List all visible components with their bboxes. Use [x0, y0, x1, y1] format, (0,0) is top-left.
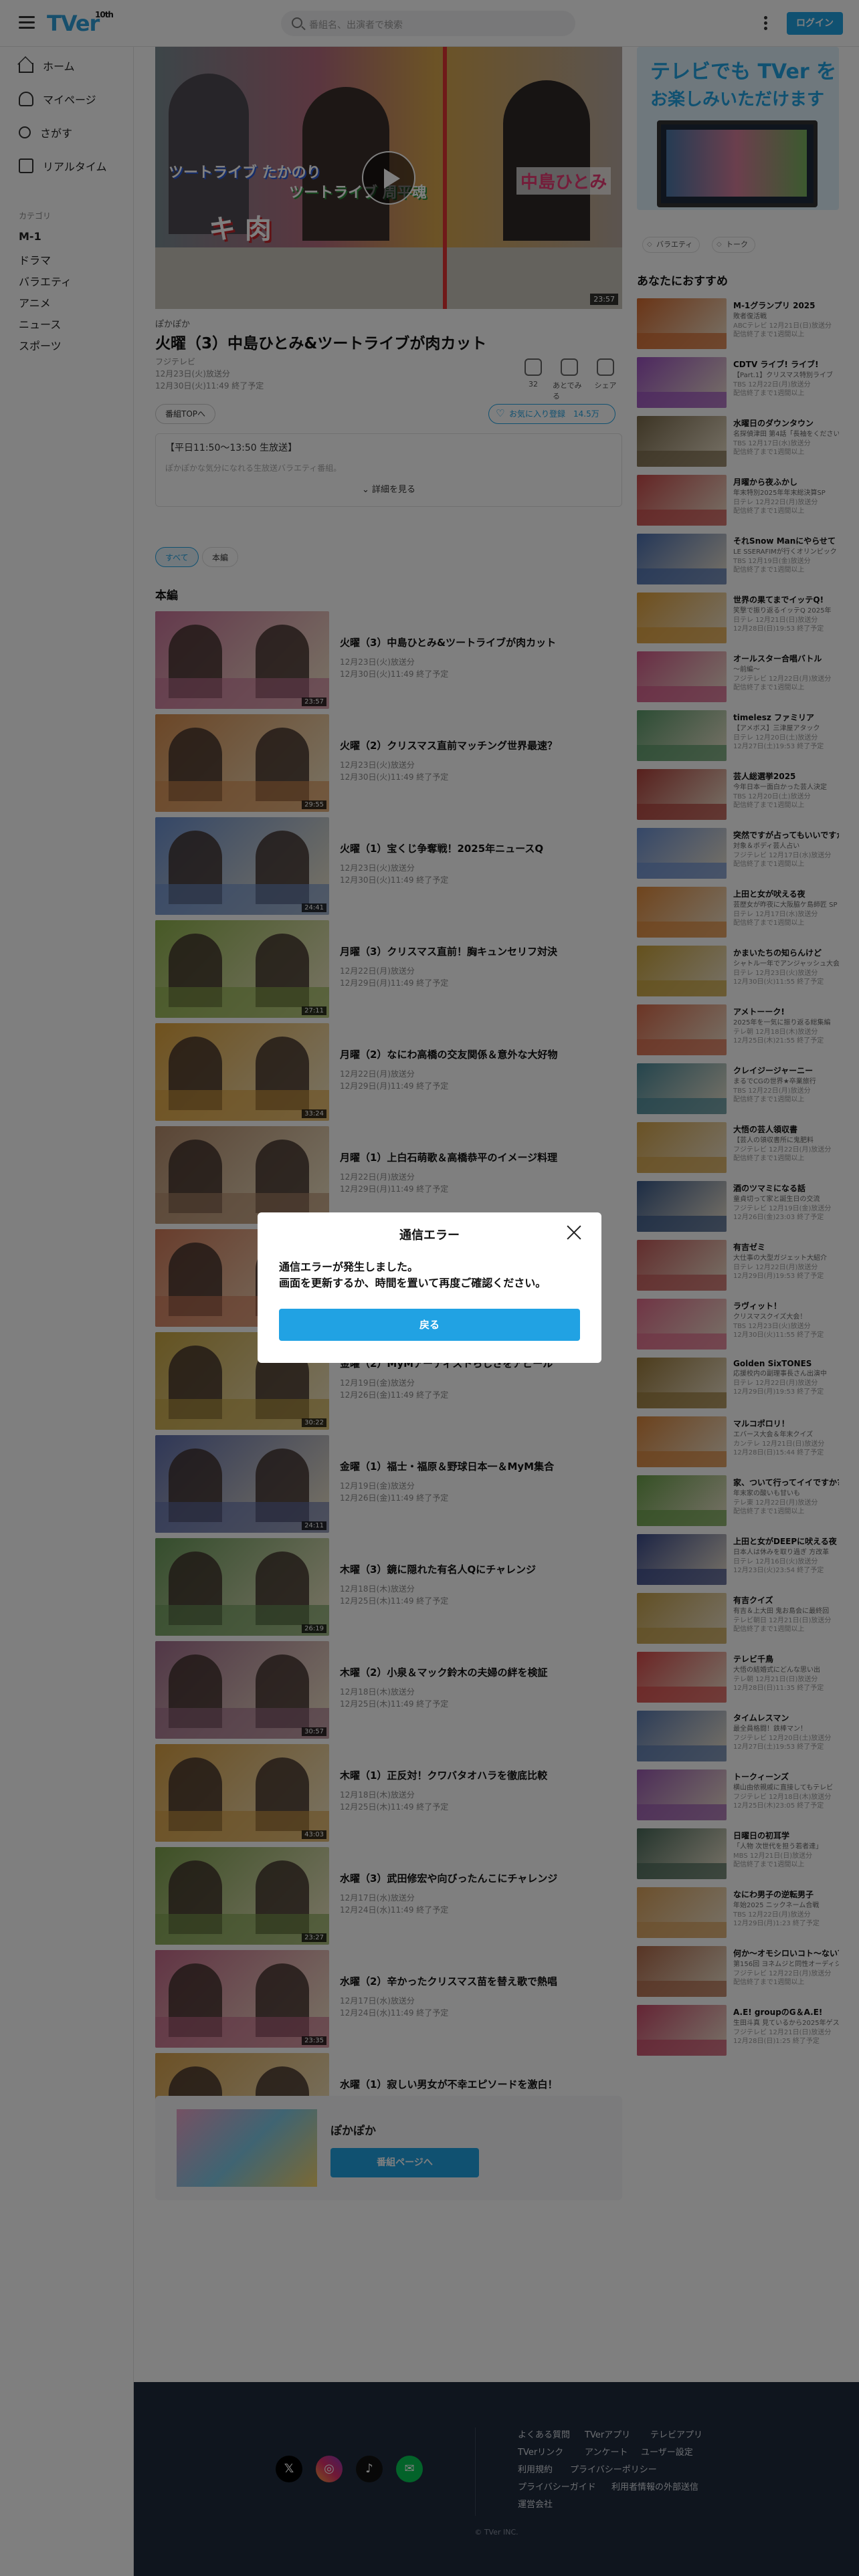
dialog-title: 通信エラー [399, 1228, 460, 1243]
back-button[interactable]: 戻る [279, 1309, 580, 1341]
error-dialog: 通信エラー 通信エラーが発生しました。 画面を更新するか、時間を置いて再度ご確認… [258, 1212, 601, 1363]
dialog-message: 通信エラーが発生しました。 [279, 1261, 419, 1273]
close-icon[interactable] [564, 1222, 584, 1242]
dialog-message: 画面を更新するか、時間を置いて再度ご確認ください。 [279, 1277, 547, 1289]
